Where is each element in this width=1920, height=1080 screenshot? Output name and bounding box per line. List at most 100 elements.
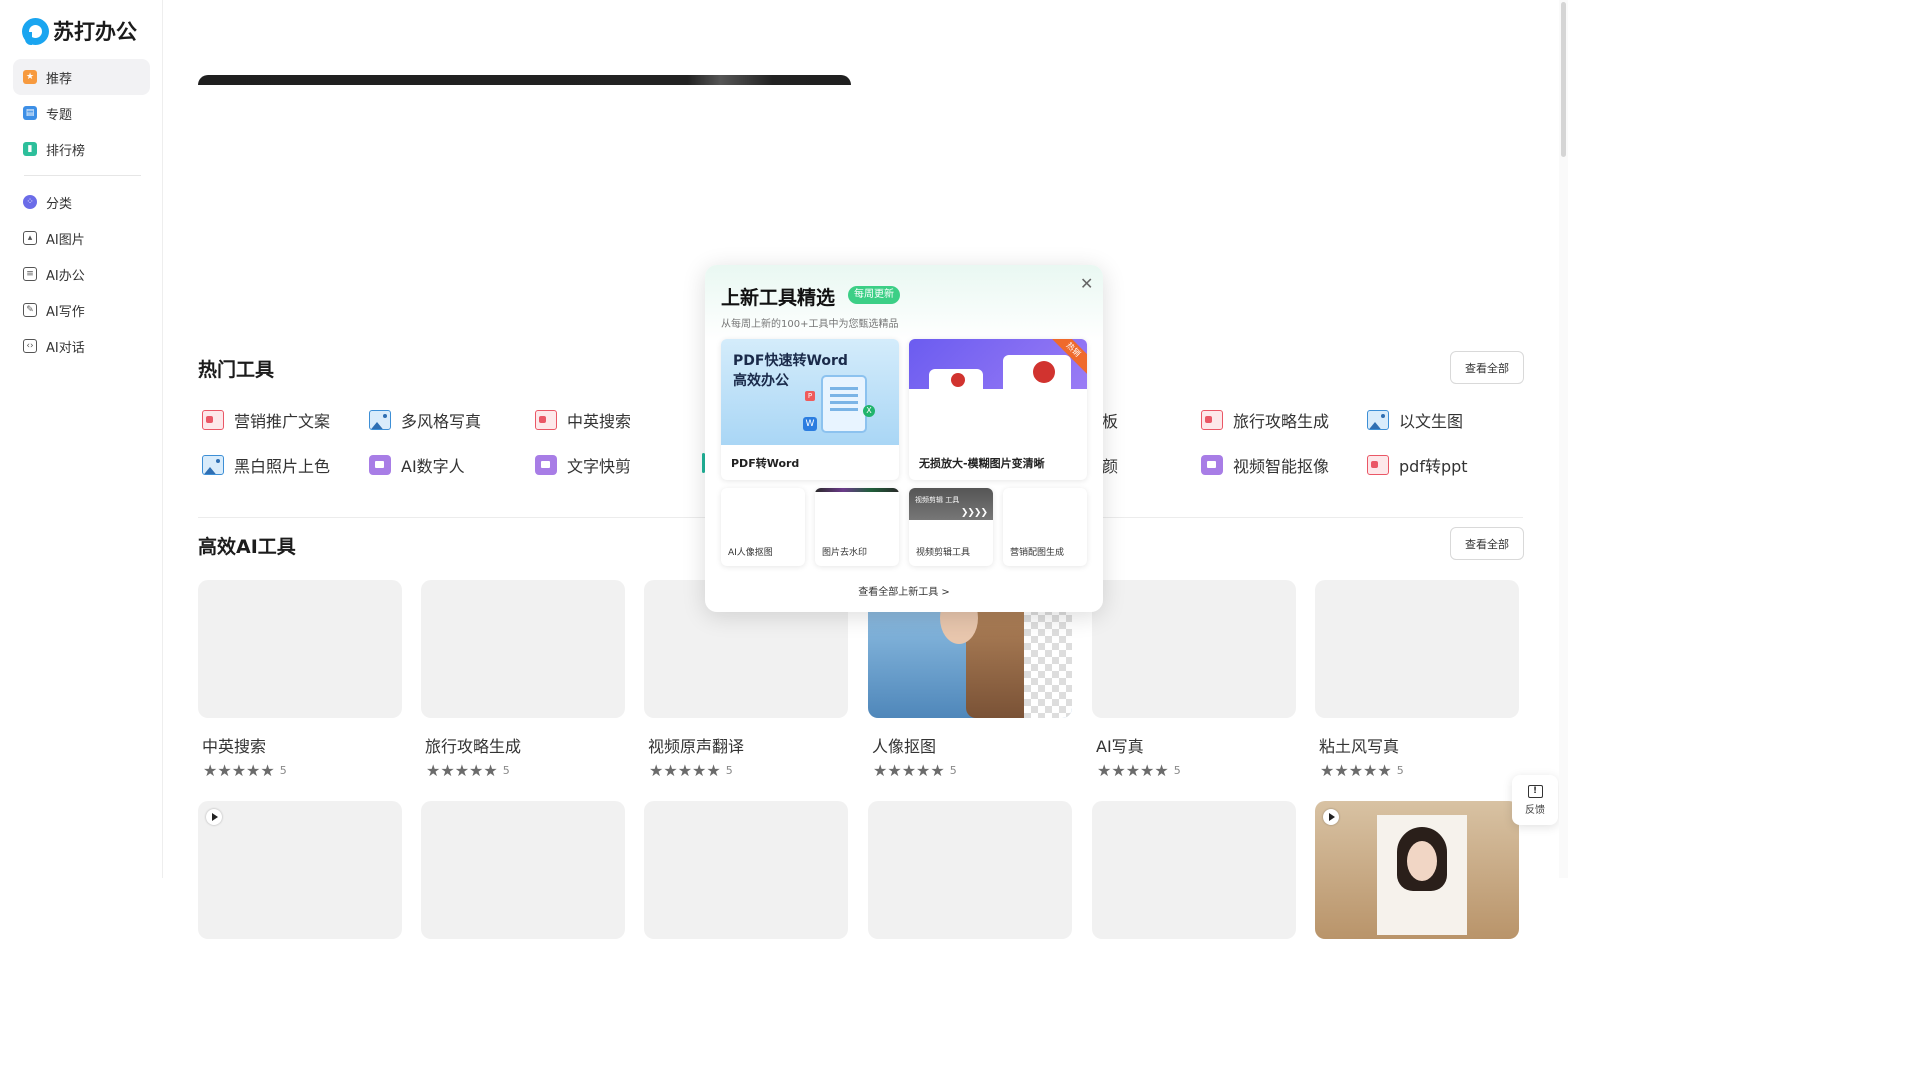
popup-tool-label: 图片去水印 [822, 548, 868, 558]
nav-item-topics[interactable]: ▤ 专题 [13, 95, 150, 131]
popup-small-tool[interactable]: 营销配图生成 [1003, 488, 1087, 566]
popup-tool-label: 营销配图生成 [1010, 548, 1065, 558]
video-icon [535, 455, 557, 475]
new-tools-popup: 上新工具精选 每周更新 从每周上新的100+工具中为您甄选精品 ✕ PDF快速转… [705, 265, 1103, 612]
hot-tools-view-all-button[interactable]: 查看全部 [1450, 351, 1524, 384]
hot-tool-item[interactable]: AI数字人 [369, 453, 465, 477]
video-icon [1201, 455, 1223, 475]
card-thumbnail [421, 580, 625, 718]
hot-tool-item[interactable]: 旅行攻略生成 [1201, 408, 1329, 432]
ai-office-icon: ≡ [23, 267, 37, 281]
tool-card[interactable] [1315, 801, 1519, 939]
card-thumbnail [421, 801, 625, 939]
tool-card[interactable] [644, 801, 848, 939]
close-icon[interactable]: ✕ [1080, 274, 1093, 293]
pdf-to-word-image: PDF快速转Word 高效办公 P W X [721, 339, 899, 445]
nav-primary: ★ 推荐 ▤ 专题 ▮ 排行榜 [13, 59, 150, 167]
tool-card[interactable] [1092, 801, 1296, 939]
feedback-icon: ! [1527, 784, 1543, 798]
nav-item-ai-office[interactable]: ≡ AI办公 [13, 256, 150, 292]
nav-item-recommend[interactable]: ★ 推荐 [13, 59, 150, 95]
hot-tool-item[interactable]: 以文生图 [1367, 408, 1463, 432]
card-thumbnail-portrait [1315, 801, 1519, 939]
nav-divider [24, 175, 141, 176]
rating: ★★★★★ 5 [649, 761, 733, 780]
hot-tool-item[interactable]: 文字快剪 [535, 453, 631, 477]
tool-card[interactable]: 粘土风写真 ★★★★★ 5 [1315, 580, 1519, 780]
popup-tool-label: 无损放大-模糊图片变清晰 [919, 457, 1045, 470]
tool-card[interactable]: 旅行攻略生成 ★★★★★ 5 [421, 580, 625, 780]
star-icon: ★ [23, 70, 37, 84]
image-icon [1367, 410, 1389, 430]
arrows-icon: ❯❯❯❯ [960, 508, 988, 518]
hot-tool-label: 黑白照片上色 [234, 457, 331, 476]
popup-subtitle: 从每周上新的100+工具中为您甄选精品 [721, 319, 899, 330]
thumbnail-strip [815, 488, 899, 492]
rating: ★★★★★ 5 [1320, 761, 1404, 780]
hot-tool-item[interactable]: 视频智能抠像 [1201, 453, 1329, 477]
ai-image-icon: ▴ [23, 231, 37, 245]
hot-tool-item[interactable]: 中英搜索 [535, 408, 631, 432]
logo-icon [22, 17, 49, 45]
nav-item-ai-image[interactable]: ▴ AI图片 [13, 220, 150, 256]
sidebar: 苏打办公 ★ 推荐 ▤ 专题 ▮ 排行榜 ⁘ 分类 ▴ AI图片 ≡ AI办公 [0, 0, 163, 878]
nav-label: AI写作 [46, 304, 85, 320]
rating-value: 5 [725, 764, 733, 777]
nav-label: 专题 [46, 107, 73, 123]
card-thumbnail [198, 801, 402, 939]
popup-small-tool[interactable]: 图片去水印 [815, 488, 899, 566]
banner[interactable] [198, 75, 851, 85]
popup-tool-label: PDF转Word [731, 457, 800, 470]
tool-card[interactable] [868, 801, 1072, 939]
nav-item-category[interactable]: ⁘ 分类 [13, 184, 150, 220]
hot-tool-item[interactable]: 黑白照片上色 [202, 453, 330, 477]
popup-tool-card-pdf-to-word[interactable]: PDF快速转Word 高效办公 P W X PDF转Word [721, 339, 899, 480]
hot-tool-label: 多风格写真 [401, 412, 482, 431]
nav-secondary: ⁘ 分类 ▴ AI图片 ≡ AI办公 ✎ AI写作 ‹› AI对话 [13, 184, 150, 364]
popup-small-tool[interactable]: AI人像抠图 [721, 488, 805, 566]
ranking-icon: ▮ [23, 142, 37, 156]
image-icon [202, 455, 224, 475]
nav-item-ai-writing[interactable]: ✎ AI写作 [13, 292, 150, 328]
scrollbar-thumb[interactable] [1561, 2, 1566, 157]
hot-tool-item[interactable]: pdf转ppt [1367, 453, 1468, 477]
popup-tool-card-upscale[interactable]: 热销 无损放大-模糊图片变清晰 [909, 339, 1087, 480]
rating: ★★★★★ 5 [873, 761, 957, 780]
play-icon [206, 809, 222, 825]
hot-tool-label: 旅行攻略生成 [1233, 412, 1330, 431]
logo-text: 苏打办公 [53, 20, 137, 44]
figure-shape [1033, 361, 1055, 383]
hot-tool-label: pdf转ppt [1399, 457, 1468, 476]
card-thumbnail [1092, 801, 1296, 939]
hot-tool-item[interactable]: 多风格写真 [369, 408, 481, 432]
nav-label: 排行榜 [46, 143, 86, 159]
ai-chat-icon: ‹› [23, 339, 37, 353]
feedback-button[interactable]: ! 反馈 [1512, 775, 1558, 825]
tool-card[interactable]: AI写真 ★★★★★ 5 [1092, 580, 1296, 780]
nav-item-ranking[interactable]: ▮ 排行榜 [13, 131, 150, 167]
tool-card[interactable] [198, 801, 402, 939]
card-title: 人像抠图 [872, 737, 937, 756]
pdf-badge-icon: P [805, 391, 815, 401]
tool-card[interactable]: 中英搜索 ★★★★★ 5 [198, 580, 402, 780]
rating: ★★★★★ 5 [1097, 761, 1181, 780]
view-all-new-tools-link[interactable]: 查看全部上新工具 > [705, 583, 1103, 598]
ai-writing-icon: ✎ [23, 303, 37, 317]
ai-tools-view-all-button[interactable]: 查看全部 [1450, 527, 1524, 560]
nav-item-ai-chat[interactable]: ‹› AI对话 [13, 328, 150, 364]
feedback-label: 反馈 [1525, 804, 1545, 816]
category-icon: ⁘ [23, 195, 37, 209]
hot-tool-label: 中英搜索 [567, 412, 632, 431]
pdf-icon [202, 410, 224, 430]
tool-card[interactable] [421, 801, 625, 939]
card-title: AI写真 [1096, 737, 1144, 756]
nav-label: AI图片 [46, 232, 85, 248]
card-thumbnail [1092, 580, 1296, 718]
video-icon [369, 455, 391, 475]
scrollbar[interactable] [1559, 0, 1568, 878]
nav-label: 推荐 [46, 71, 73, 87]
popup-small-tool[interactable]: 视频剪辑 工具 ❯❯❯❯ 视频剪辑工具 [909, 488, 993, 566]
logo[interactable]: 苏打办公 [22, 16, 137, 46]
rating-value: 5 [1396, 764, 1404, 777]
hot-tool-item[interactable]: 营销推广文案 [202, 408, 330, 432]
